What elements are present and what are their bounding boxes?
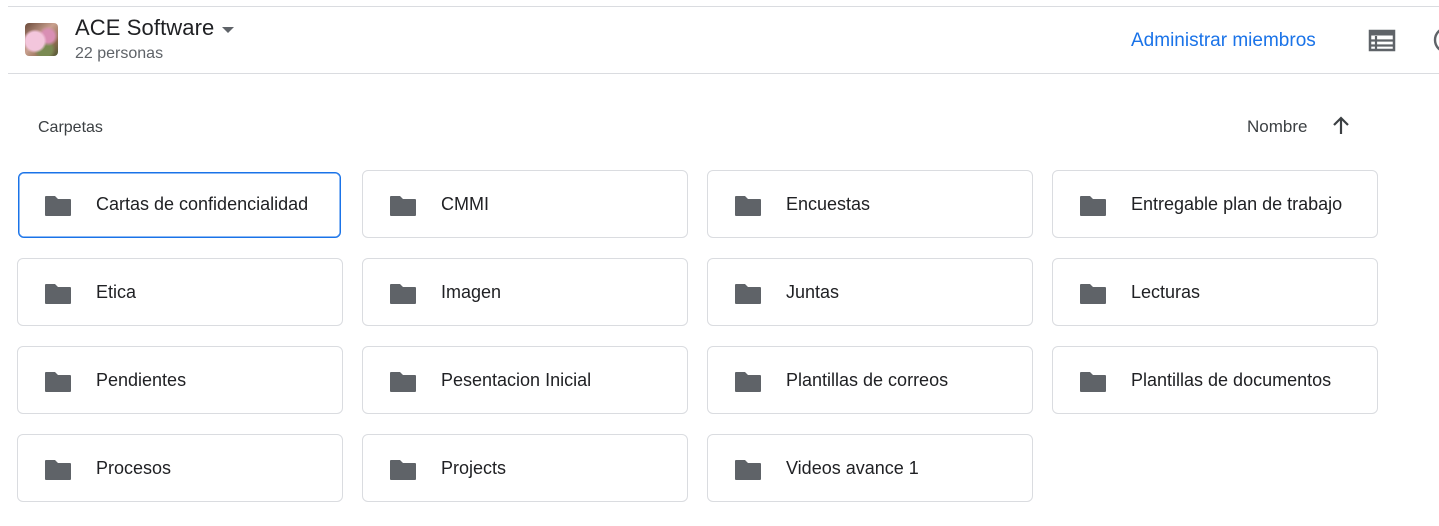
folder-name: Procesos — [96, 458, 172, 478]
folder-icon — [735, 372, 761, 392]
folder-name: Cartas de confidencialidad — [96, 194, 309, 214]
sort-by-name-button[interactable]: Nombre — [1247, 117, 1307, 137]
folder-name: Pesentacion Inicial — [441, 370, 592, 390]
folders-section-title: Carpetas — [38, 119, 103, 136]
folder-name: Plantillas de documentos — [1131, 370, 1332, 390]
folder-icon — [390, 372, 416, 392]
folder-name: Juntas — [786, 282, 840, 302]
folder-card[interactable]: Procesos — [17, 434, 343, 502]
manage-members-link[interactable]: Administrar miembros — [1131, 30, 1316, 52]
folder-name: Entregable plan de trabajo — [1131, 194, 1343, 214]
folder-card[interactable]: Encuestas — [707, 170, 1033, 238]
drive-avatar — [25, 23, 58, 56]
folder-name: Pendientes — [96, 370, 187, 390]
folder-name: Lecturas — [1131, 282, 1201, 302]
drive-header: ACE Software 22 personas Administrar mie… — [8, 7, 1439, 74]
members-count: 22 personas — [75, 45, 164, 62]
folder-grid: Cartas de confidencialidad CMMI Encuestas E… — [17, 170, 1378, 502]
folder-icon — [45, 196, 71, 216]
folder-name: CMMI — [441, 194, 489, 214]
folder-card[interactable]: Pendientes — [17, 346, 343, 414]
folder-card[interactable]: Entregable plan de trabajo — [1052, 170, 1378, 238]
folder-icon — [45, 284, 71, 304]
folder-card[interactable]: Projects — [362, 434, 688, 502]
drive-name[interactable]: ACE Software — [75, 15, 214, 41]
folder-card[interactable]: Plantillas de documentos — [1052, 346, 1378, 414]
folder-icon — [1080, 284, 1106, 304]
arrow-drop-down-icon[interactable] — [220, 25, 236, 35]
folder-card[interactable]: Juntas — [707, 258, 1033, 326]
list-view-icon[interactable] — [1368, 28, 1396, 52]
folder-icon — [735, 460, 761, 480]
folder-icon — [735, 284, 761, 304]
folder-card[interactable]: Imagen — [362, 258, 688, 326]
folder-name: Projects — [441, 458, 507, 478]
folder-icon — [390, 460, 416, 480]
shared-drive-page: ACE Software 22 personas Administrar mie… — [0, 0, 1439, 526]
folder-card[interactable]: Videos avance 1 — [707, 434, 1033, 502]
folder-card[interactable]: Plantillas de correos — [707, 346, 1033, 414]
folder-icon — [390, 284, 416, 304]
folder-name: Etica — [96, 282, 137, 302]
folder-icon — [45, 372, 71, 392]
folder-icon — [735, 196, 761, 216]
folder-card[interactable]: Etica — [17, 258, 343, 326]
folder-card[interactable]: Pesentacion Inicial — [362, 346, 688, 414]
folder-icon — [45, 460, 71, 480]
folder-name: Videos avance 1 — [786, 458, 919, 478]
folder-name: Encuestas — [786, 194, 871, 214]
info-icon[interactable] — [1432, 25, 1439, 55]
folder-card[interactable]: Lecturas — [1052, 258, 1378, 326]
arrow-upward-icon[interactable] — [1331, 115, 1351, 137]
folder-card[interactable]: CMMI — [362, 170, 688, 238]
folder-icon — [390, 196, 416, 216]
folder-name: Imagen — [441, 282, 502, 302]
folder-name: Plantillas de correos — [786, 370, 949, 390]
folder-card[interactable]: Cartas de confidencialidad — [18, 172, 341, 238]
folder-icon — [1080, 372, 1106, 392]
folder-icon — [1080, 196, 1106, 216]
